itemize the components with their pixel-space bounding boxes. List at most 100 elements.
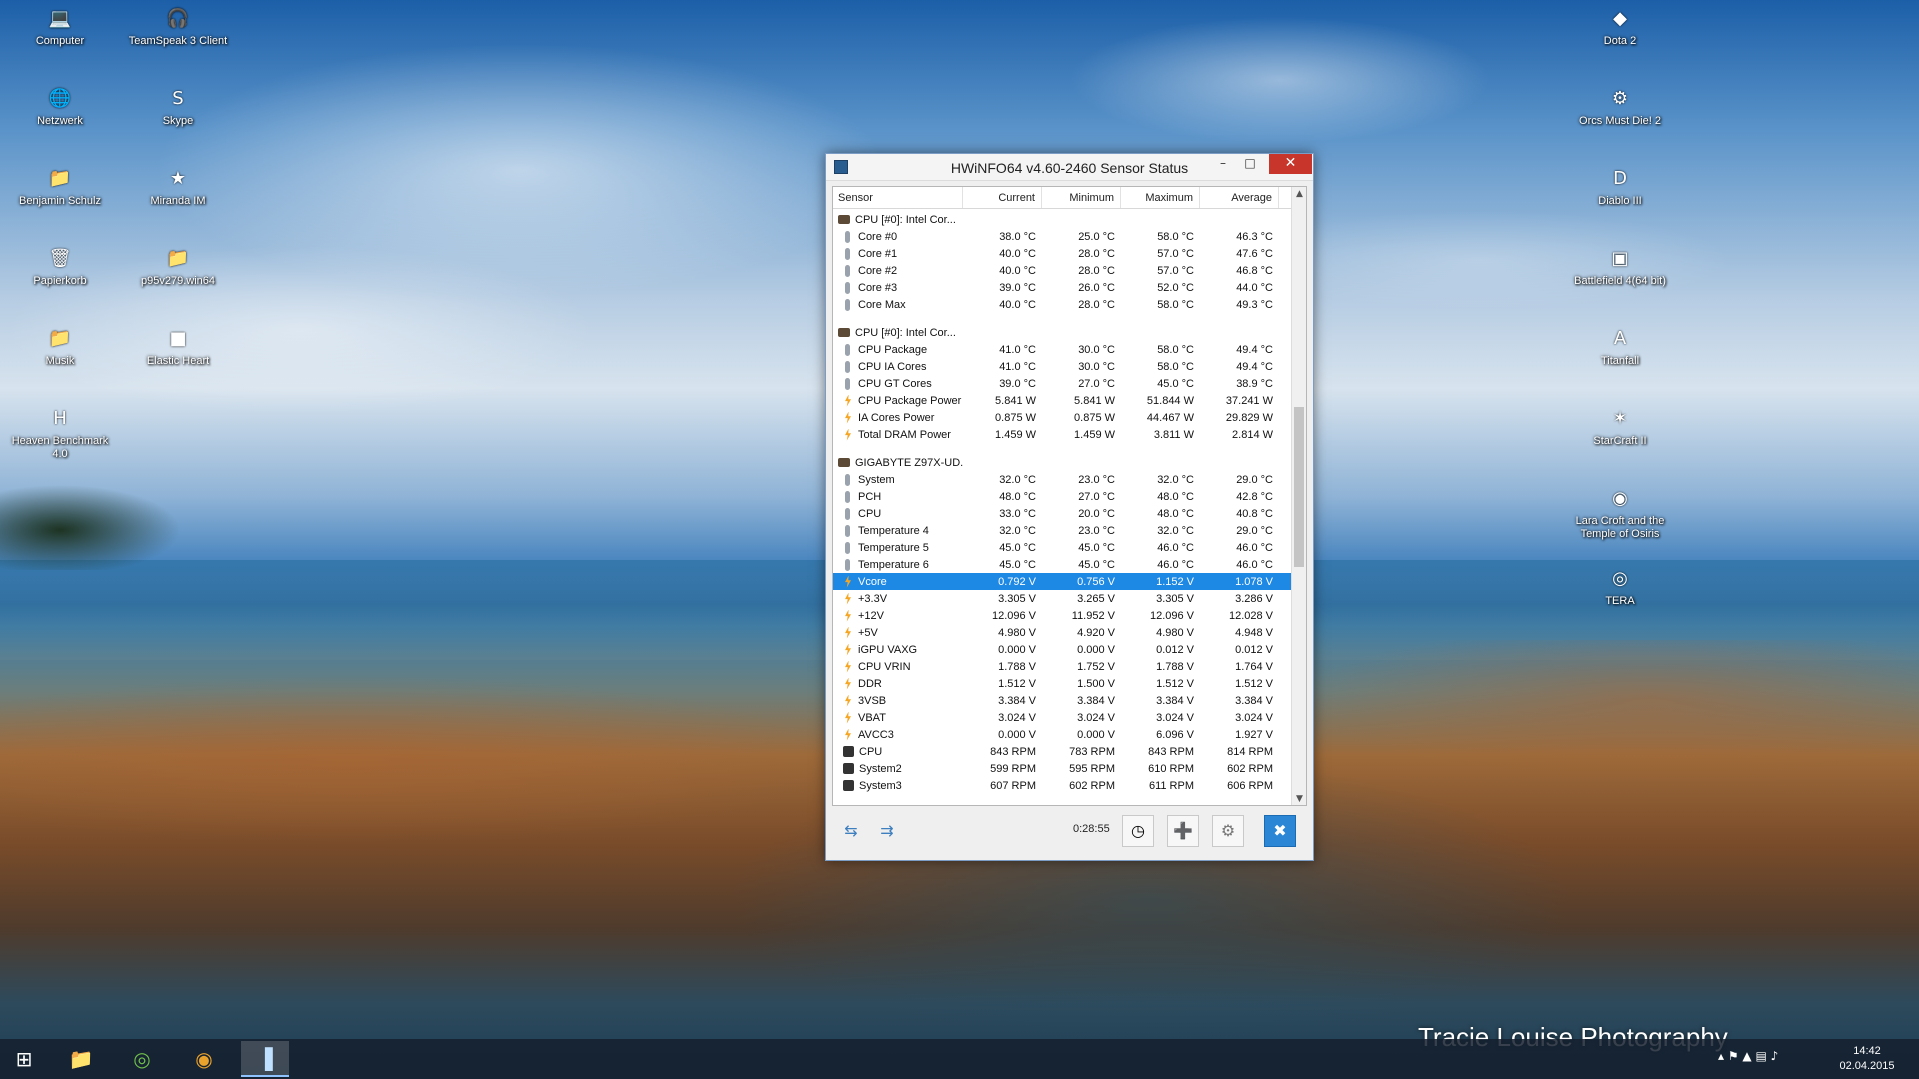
column-header-minimum[interactable]: Minimum [1042,187,1121,208]
hwinfo-sensor-window[interactable]: HWiNFO64 v4.60-2460 Sensor Status – □ ✕ … [825,153,1314,861]
taskbar-clock[interactable]: 14:42 02.04.2015 [1822,1044,1912,1074]
settings-gear-icon[interactable]: ⚙ [1212,815,1244,847]
column-header-sensor[interactable]: Sensor [833,187,963,208]
chrome-taskbar-icon[interactable]: ◉ [180,1041,228,1077]
sensor-label: CPU VRIN [858,660,911,673]
sensor-label: +12V [858,609,884,622]
sensor-row-core-1[interactable]: Core #1 40.0 °C 28.0 °C 57.0 °C 47.6 °C [833,245,1291,262]
sensor-table[interactable]: Sensor Current Minimum Maximum Average C… [832,186,1307,806]
column-header-maximum[interactable]: Maximum [1121,187,1200,208]
sensor-row-pch[interactable]: PCH 48.0 °C 27.0 °C 48.0 °C 42.8 °C [833,488,1291,505]
sensor-row-core-0[interactable]: Core #0 38.0 °C 25.0 °C 58.0 °C 46.3 °C [833,228,1291,245]
sensor-row-core-max[interactable]: Core Max 40.0 °C 28.0 °C 58.0 °C 49.3 °C [833,296,1291,313]
sensor-row-3-3v[interactable]: +3.3V 3.305 V 3.265 V 3.305 V 3.286 V [833,590,1291,607]
sensor-row-avcc3[interactable]: AVCC3 0.000 V 0.000 V 6.096 V 1.927 V [833,726,1291,743]
desktop-shortcut-tera[interactable]: ◎ TERA [1570,565,1670,608]
close-button[interactable]: ✕ [1269,154,1312,174]
column-header-current[interactable]: Current [963,187,1042,208]
sensor-row-core-3[interactable]: Core #3 39.0 °C 26.0 °C 52.0 °C 44.0 °C [833,279,1291,296]
desktop-shortcut-battlefield-4-64-bit[interactable]: ▣ Battlefield 4(64 bit) [1570,245,1670,288]
sensor-row-cpu-package[interactable]: CPU Package 41.0 °C 30.0 °C 58.0 °C 49.4 °C [833,341,1291,358]
sensor-label: Temperature 4 [858,524,929,537]
computer-icon: 💻 [48,8,72,29]
desktop-shortcut-starcraft-ii[interactable]: ✶ StarCraft II [1570,405,1670,448]
sensor-row-cpu-package-power[interactable]: CPU Package Power 5.841 W 5.841 W 51.844 W 3… [833,392,1291,409]
sensor-row-system2[interactable]: System2 599 RPM 595 RPM 610 RPM 602 RPM [833,760,1291,777]
sensor-row-vbat[interactable]: VBAT 3.024 V 3.024 V 3.024 V 3.024 V [833,709,1291,726]
desktop-shortcut-heaven-benchmark-4-0[interactable]: H Heaven Benchmark 4.0 [10,405,110,461]
sensor-row-igpu-vaxg[interactable]: iGPU VAXG 0.000 V 0.000 V 0.012 V 0.012 V [833,641,1291,658]
desktop-shortcut-dota-2[interactable]: ◆ Dota 2 [1570,5,1670,48]
thermometer-icon [845,298,850,311]
app-taskbar-icon[interactable]: ◎ [118,1041,166,1077]
sensor-group-row[interactable]: CPU [#0]: Intel Cor... [833,211,1291,228]
sensor-row-cpu-ia-cores[interactable]: CPU IA Cores 41.0 °C 30.0 °C 58.0 °C 49.4 °C [833,358,1291,375]
start-button-icon[interactable]: ⊞ [0,1041,48,1077]
elapsed-timer: 0:28:55 [1073,823,1110,835]
scrollbar-thumb[interactable] [1294,407,1304,567]
reset-clock-icon[interactable]: ◷ [1122,815,1154,847]
desktop-shortcut-teamspeak-3-client[interactable]: 🎧 TeamSpeak 3 Client [128,5,228,48]
sensor-row-system3[interactable]: System3 607 RPM 602 RPM 611 RPM 606 RPM [833,777,1291,794]
scroll-down-arrow-icon[interactable]: ▼ [1292,792,1306,805]
sensor-name-cell: IA Cores Power [833,411,963,424]
sensor-row-system[interactable]: System 32.0 °C 23.0 °C 32.0 °C 29.0 °C [833,471,1291,488]
sensor-row-ddr[interactable]: DDR 1.512 V 1.500 V 1.512 V 1.512 V [833,675,1291,692]
sensor-label: 3VSB [858,694,887,707]
value-min: 45.0 °C [1078,558,1115,571]
sensor-row-cpu-gt-cores[interactable]: CPU GT Cores 39.0 °C 27.0 °C 45.0 °C 38.9 °C [833,375,1291,392]
desktop-shortcut-titanfall[interactable]: A Titanfall [1570,325,1670,368]
sensor-row-ia-cores-power[interactable]: IA Cores Power 0.875 W 0.875 W 44.467 W 29.8… [833,409,1291,426]
sensor-name-cell: Core Max [833,298,963,311]
sensor-group-row[interactable]: CPU [#0]: Intel Cor... [833,324,1291,341]
sensor-label: CPU IA Cores [858,360,927,373]
desktop-shortcut-computer[interactable]: 💻 Computer [10,5,110,48]
scroll-up-arrow-icon[interactable]: ▲ [1292,187,1306,202]
lightning-icon [845,428,851,441]
sensor-row-core-2[interactable]: Core #2 40.0 °C 28.0 °C 57.0 °C 46.8 °C [833,262,1291,279]
sensor-row-temperature-4[interactable]: Temperature 4 32.0 °C 23.0 °C 32.0 °C 29.0 °… [833,522,1291,539]
value-avg: 38.9 °C [1236,377,1273,390]
minimize-button[interactable]: – [1210,154,1236,174]
desktop-shortcut-diablo-iii[interactable]: D Diablo III [1570,165,1670,208]
desktop-shortcut-p95v279-win64[interactable]: 📁 p95v279.win64 [128,245,228,288]
sensor-row-cpu[interactable]: CPU 33.0 °C 20.0 °C 48.0 °C 40.8 °C [833,505,1291,522]
desktop-shortcut-netzwerk[interactable]: 🌐 Netzwerk [10,85,110,128]
logging-report-icon[interactable]: ➕ [1167,815,1199,847]
maximize-button[interactable]: □ [1237,154,1263,174]
sensor-row-3vsb[interactable]: 3VSB 3.384 V 3.384 V 3.384 V 3.384 V [833,692,1291,709]
sensor-row-temperature-6[interactable]: Temperature 6 45.0 °C 45.0 °C 46.0 °C 46.0 °… [833,556,1291,573]
desktop-shortcut-label: Papierkorb [33,275,87,287]
sensor-group-row[interactable]: GIGABYTE Z97X-UD... [833,454,1291,471]
sensor-row-5v[interactable]: +5V 4.980 V 4.920 V 4.980 V 4.948 V [833,624,1291,641]
sensor-row-total-dram-power[interactable]: Total DRAM Power 1.459 W 1.459 W 3.811 W 2.8… [833,426,1291,443]
system-tray-icons[interactable]: ▴ ⚑ ▲ ▤ ♪ [1718,1049,1778,1063]
thermometer-icon [845,524,850,537]
desktop-shortcut-elastic-heart[interactable]: ■ Elastic Heart [128,325,228,368]
desktop-shortcut-musik[interactable]: 📁 Musik [10,325,110,368]
desktop-shortcut-miranda-im[interactable]: ★ Miranda IM [128,165,228,208]
sensor-row-12v[interactable]: +12V 12.096 V 11.952 V 12.096 V 12.028 V [833,607,1291,624]
thermometer-icon [845,264,850,277]
close-sensors-icon[interactable]: ✖ [1264,815,1296,847]
collapse-arrows-icon[interactable]: ⇉ [870,819,904,843]
hwinfo-taskbar-icon[interactable]: ▐ [241,1041,289,1077]
desktop-shortcut-benjamin-schulz[interactable]: 📁 Benjamin Schulz [10,165,110,208]
value-min: 30.0 °C [1078,360,1115,373]
file-explorer-taskbar-icon[interactable]: 📁 [57,1041,105,1077]
sensor-row-vcore[interactable]: Vcore 0.792 V 0.756 V 1.152 V 1.078 V [833,573,1291,590]
desktop-shortcut-papierkorb[interactable]: 🗑 Papierkorb [10,245,110,288]
desktop-shortcut-lara-croft-and-the-temple-of-osiris[interactable]: ◉ Lara Croft and the Temple of Osiris [1570,485,1670,541]
sensor-row-temperature-5[interactable]: Temperature 5 45.0 °C 45.0 °C 46.0 °C 46.0 °… [833,539,1291,556]
desktop-shortcut-skype[interactable]: S Skype [128,85,228,128]
sensor-row-cpu-vrin[interactable]: CPU VRIN 1.788 V 1.752 V 1.788 V 1.764 V [833,658,1291,675]
window-titlebar[interactable]: HWiNFO64 v4.60-2460 Sensor Status – □ ✕ [826,154,1313,181]
desktop-shortcut-orcs-must-die-2[interactable]: ⚙ Orcs Must Die! 2 [1570,85,1670,128]
value-avg: 3.024 V [1235,711,1273,724]
window-toolbar: ⇆ ⇉ 0:28:55 ◷ ➕ ⚙ ✖ [832,811,1307,855]
sensor-row-cpu[interactable]: CPU 843 RPM 783 RPM 843 RPM 814 RPM [833,743,1291,760]
value-avg: 3.286 V [1235,592,1273,605]
expand-arrows-icon[interactable]: ⇆ [834,819,868,843]
table-scrollbar[interactable]: ▲ ▼ [1291,187,1306,805]
column-header-average[interactable]: Average [1200,187,1279,208]
